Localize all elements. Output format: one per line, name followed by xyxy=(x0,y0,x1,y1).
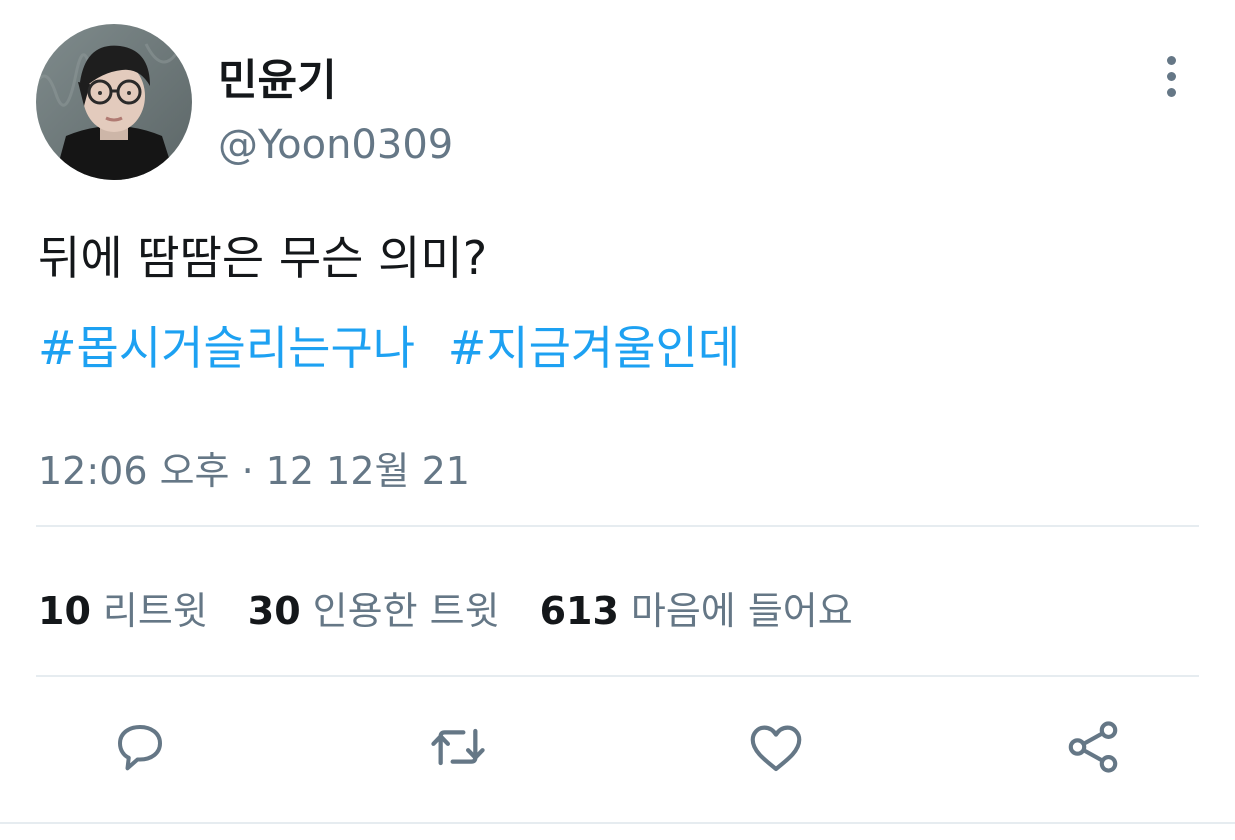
divider xyxy=(36,675,1199,677)
like-button[interactable] xyxy=(741,712,811,782)
quotes-count: 30 xyxy=(247,589,301,633)
reply-icon xyxy=(118,725,162,771)
tweet-timestamp[interactable]: 12:06 오후 · 12 12월 21 xyxy=(38,440,470,495)
share-icon xyxy=(1068,721,1118,773)
hashtag-link[interactable]: #지금겨울인데 xyxy=(448,321,740,375)
engagement-stats: 10 리트윗 30 인용한 트윗 613 마음에 들어요 xyxy=(38,580,853,635)
reply-button[interactable] xyxy=(105,712,175,782)
hashtag-list: #몹시거슬리는구나 #지금겨울인데 xyxy=(38,312,740,378)
likes-label: 마음에 들어요 xyxy=(630,589,853,633)
divider xyxy=(0,822,1235,824)
tweet-detail: 민윤기 @Yoon0309 뒤에 땀땀은 무슨 의미? #몹시거슬리는구나 #지… xyxy=(0,0,1235,840)
more-dot xyxy=(1166,55,1176,65)
more-dot xyxy=(1166,71,1176,81)
quotes-label: 인용한 트윗 xyxy=(312,589,500,633)
quotes-stat[interactable]: 30 인용한 트윗 xyxy=(248,580,500,635)
retweet-button[interactable] xyxy=(423,712,493,782)
retweets-count: 10 xyxy=(38,589,91,633)
likes-stat[interactable]: 613 마음에 들어요 xyxy=(540,580,853,635)
retweets-stat[interactable]: 10 리트윗 xyxy=(38,580,208,635)
hashtag-link[interactable]: #몹시거슬리는구나 xyxy=(38,321,415,375)
share-button[interactable] xyxy=(1058,712,1128,782)
user-handle[interactable]: @Yoon0309 xyxy=(218,122,453,168)
avatar[interactable] xyxy=(36,24,192,180)
avatar-image xyxy=(36,24,192,180)
retweet-icon xyxy=(431,728,485,766)
display-name[interactable]: 민윤기 xyxy=(218,46,337,108)
more-vertical-icon[interactable] xyxy=(1150,52,1192,100)
tweet-text: 뒤에 땀땀은 무슨 의미? xyxy=(38,231,488,285)
likes-count: 613 xyxy=(539,589,619,633)
divider xyxy=(36,525,1199,527)
retweets-label: 리트윗 xyxy=(102,589,208,633)
more-dot xyxy=(1166,87,1176,97)
heart-icon xyxy=(750,725,802,772)
